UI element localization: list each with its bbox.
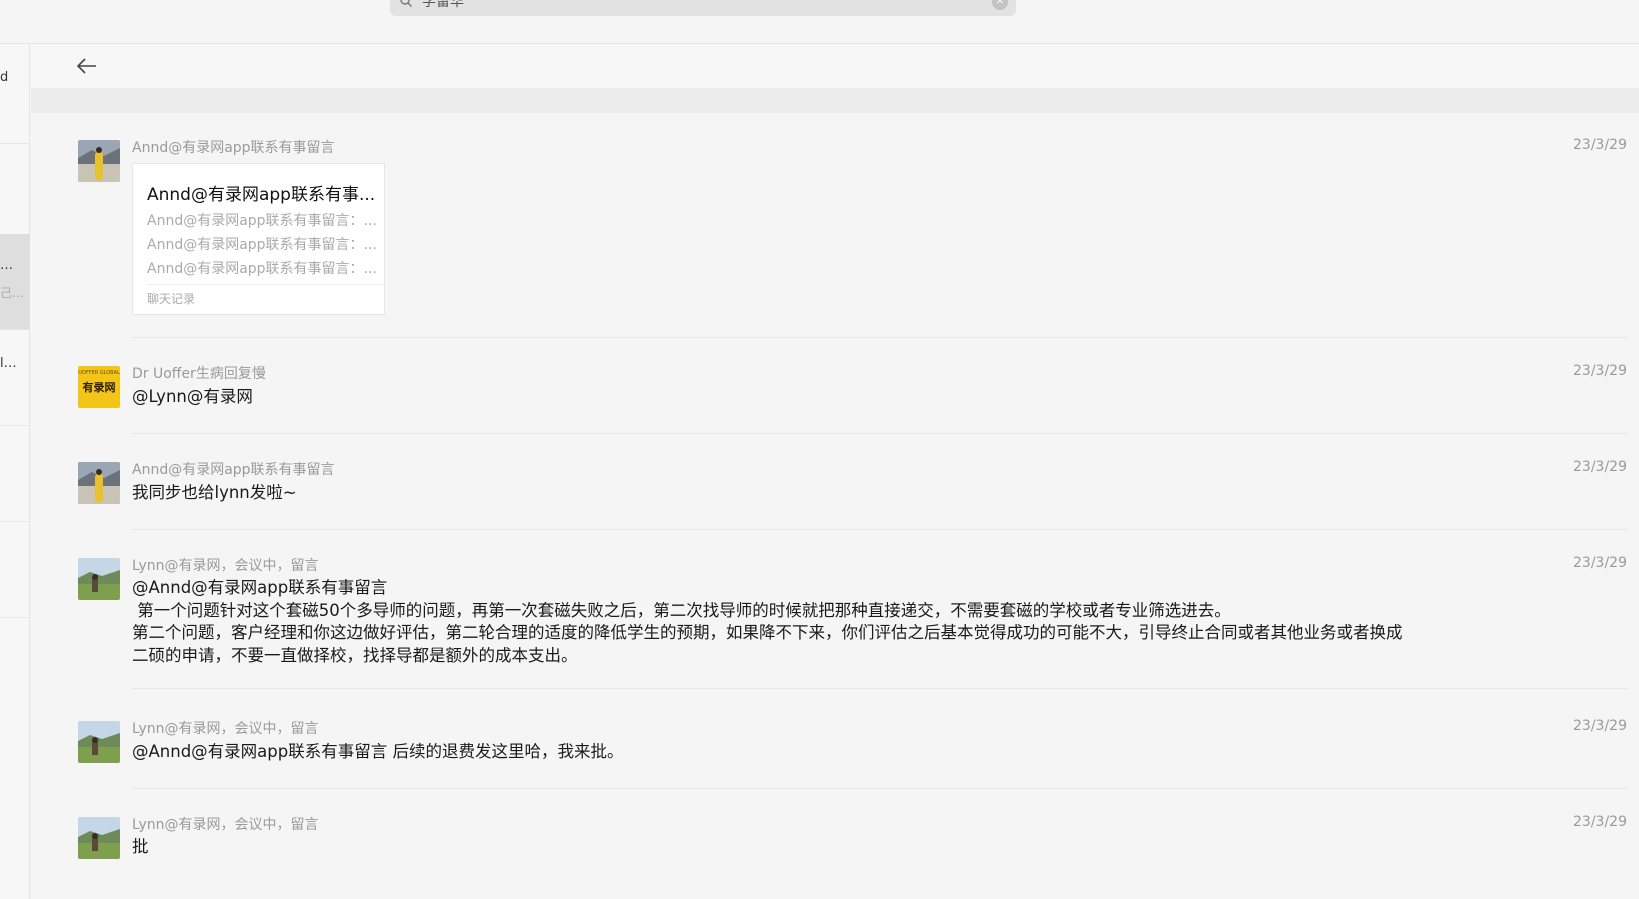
search-query: 学留华 (422, 0, 464, 10)
message-date: 23/3/29 (1573, 137, 1627, 153)
sender-name: Lynn@有录网，会议中，留言 (132, 558, 319, 574)
avatar[interactable] (78, 558, 120, 600)
divider (132, 433, 1627, 434)
avatar[interactable] (78, 721, 120, 763)
message-text-line: 第一个问题针对这个套磁50个多导师的问题，再第一次套磁失败之后，第二次找导师的时… (132, 600, 1231, 620)
chat-list-item-fragment: l… (0, 356, 17, 371)
avatar[interactable]: UOFFER GLOBAL 有录网 (78, 366, 120, 408)
avatar[interactable] (78, 140, 120, 182)
message-text: @Lynn@有录网 (132, 387, 253, 406)
message-text-line: @Annd@有录网app联系有事留言 (132, 578, 388, 597)
chat-record-line: Annd@有录网app联系有事留言：... (147, 237, 377, 253)
divider (132, 337, 1627, 338)
sender-name: Annd@有录网app联系有事留言 (132, 462, 335, 478)
search-input[interactable]: 学留华 ✕ (390, 0, 1016, 16)
conversation-header (31, 44, 1639, 88)
sender-name: Annd@有录网app联系有事留言 (132, 140, 335, 156)
chat-list-item[interactable] (0, 426, 30, 522)
avatar-label: 有录网 (82, 381, 116, 394)
chat-list-item-fragment: … (0, 258, 13, 273)
sender-name: Lynn@有录网，会议中，留言 (132, 817, 319, 833)
chat-list-item[interactable] (0, 522, 30, 618)
message-date: 23/3/29 (1573, 718, 1627, 734)
message-text-line: 第二个问题，客户经理和你这边做好评估，第二轮合理的适度的降低学生的预期，如果降不… (132, 623, 1403, 642)
message-text: 批 (132, 837, 149, 856)
chat-list-item[interactable] (0, 139, 30, 239)
message-date: 23/3/29 (1573, 814, 1627, 830)
chat-record-card[interactable]: Annd@有录网app联系有事... Annd@有录网app联系有事留言：...… (132, 163, 385, 315)
avatar[interactable] (78, 462, 120, 504)
message-date: 23/3/29 (1573, 555, 1627, 571)
message-text: @Annd@有录网app联系有事留言 后续的退费发这里哈，我来批。 (132, 742, 624, 761)
divider (132, 688, 1627, 689)
message-date: 23/3/29 (1573, 363, 1627, 379)
message-date: 23/3/29 (1573, 459, 1627, 475)
header-band (31, 88, 1639, 113)
message-text-line: 二硕的申请，不要一直做择校，找择导都是额外的成本支出。 (132, 645, 578, 665)
chat-record-line: Annd@有录网app联系有事留言：... (147, 213, 377, 229)
chat-record-title: Annd@有录网app联系有事... (147, 185, 376, 205)
chat-list-item-fragment: 己… (0, 286, 25, 300)
message-text: 我同步也给lynn发啦~ (132, 483, 297, 502)
sender-name: Lynn@有录网，会议中，留言 (132, 721, 319, 737)
avatar[interactable] (78, 817, 120, 859)
chat-list-item[interactable]: l… (0, 330, 30, 426)
divider (132, 529, 1627, 530)
search-icon (400, 0, 412, 7)
chat-list-item-selected[interactable]: … 己… (0, 234, 30, 330)
clear-search-icon[interactable]: ✕ (992, 0, 1008, 10)
top-bar: 学留华 ✕ (0, 0, 1639, 44)
chat-record-footer: 聊天记录 (147, 292, 196, 306)
sender-name: Dr Uoffer生病回复慢 (132, 366, 266, 382)
chat-list: d … 己… l… (0, 44, 30, 899)
chat-list-item[interactable]: d (0, 44, 30, 144)
back-arrow-icon[interactable] (75, 54, 99, 78)
divider (132, 788, 1627, 789)
chat-record-line: Annd@有录网app联系有事留言：... (147, 261, 377, 277)
message-text: @Annd@有录网app联系有事留言 第一个问题针对这个套磁50个多导师的问题，… (132, 577, 1492, 667)
divider (147, 284, 384, 285)
chat-list-item-fragment: d (0, 70, 9, 85)
message-list: Annd@有录网app联系有事留言 23/3/29 Annd@有录网app联系有… (31, 113, 1639, 899)
